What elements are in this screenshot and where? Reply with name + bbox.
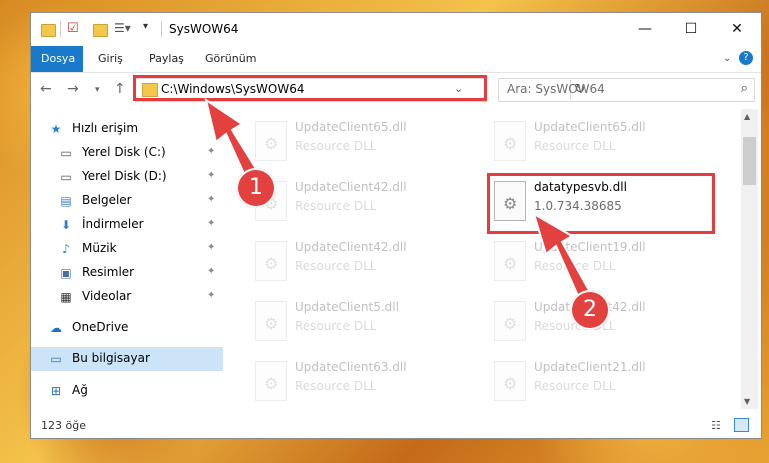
step-badge-1: 1 <box>236 168 276 208</box>
arrow-1 <box>204 97 260 180</box>
step-badge-2: 2 <box>570 290 610 330</box>
arrow-2 <box>532 211 592 298</box>
annotation-arrows <box>204 97 592 298</box>
